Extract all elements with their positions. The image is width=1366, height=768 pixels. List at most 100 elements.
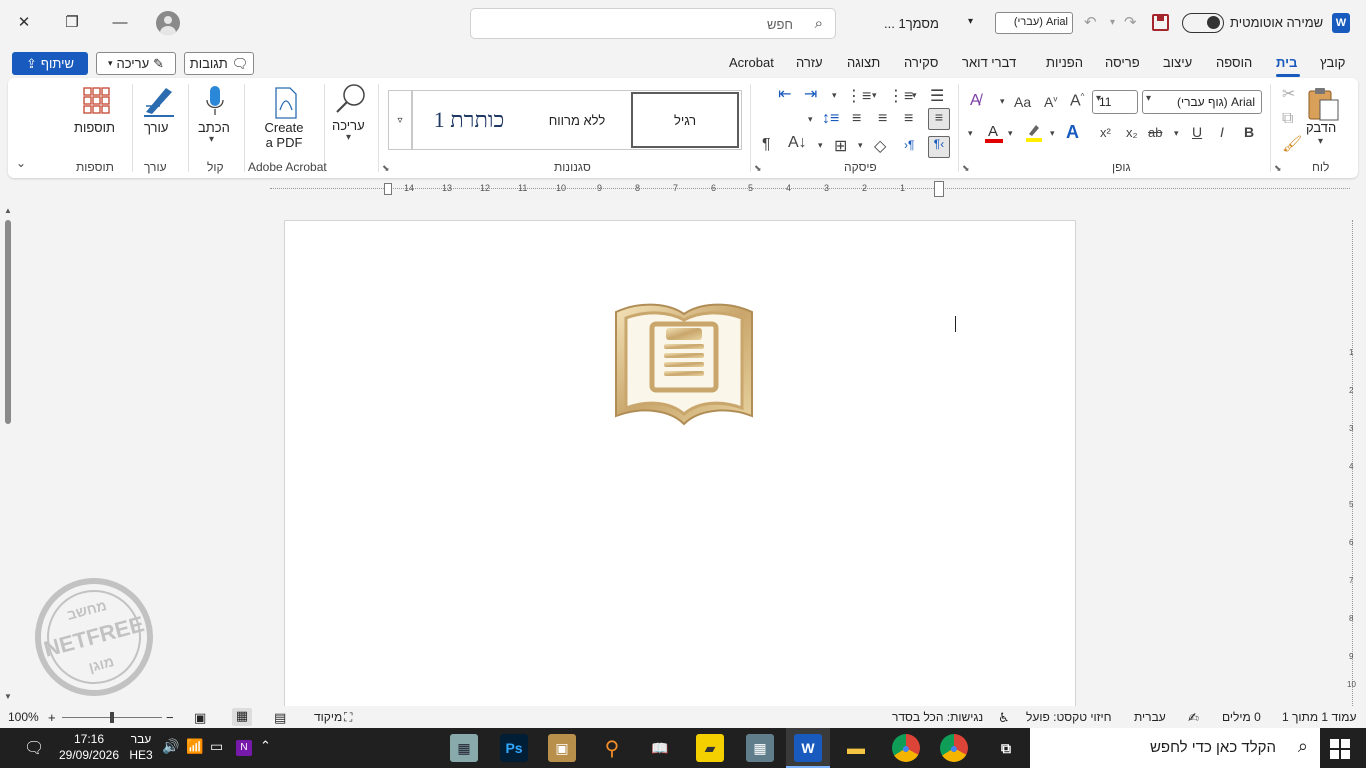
tab-mailings[interactable]: דברי דואר bbox=[962, 55, 1016, 70]
avatar[interactable] bbox=[156, 11, 180, 35]
clipboard-launcher-icon[interactable]: ⬊ bbox=[1274, 163, 1282, 174]
chevron-down-icon[interactable]: ▾ bbox=[808, 114, 813, 125]
multilevel-list-icon[interactable]: ⋮≡ bbox=[846, 86, 871, 106]
align-right-icon[interactable]: ≡ bbox=[928, 108, 950, 130]
app-chrome-second-icon[interactable]: ● bbox=[940, 734, 968, 762]
language-status[interactable]: עברית bbox=[1134, 710, 1166, 724]
underline-icon[interactable]: U bbox=[1192, 124, 1202, 140]
volume-icon[interactable]: 🔊 bbox=[162, 738, 179, 755]
chevron-down-icon[interactable]: ▾ bbox=[968, 16, 973, 27]
tab-design[interactable]: עיצוב bbox=[1163, 55, 1192, 70]
style-normal[interactable]: רגיל bbox=[631, 92, 739, 148]
chevron-down-icon[interactable]: ▾ bbox=[346, 132, 351, 143]
read-mode-icon[interactable]: ▣ bbox=[194, 710, 206, 726]
app-image-viewer-icon[interactable]: ▦ bbox=[450, 734, 478, 762]
clock[interactable]: 17:16 29/09/2026 bbox=[58, 731, 120, 763]
proofing-icon[interactable]: ✍ bbox=[1188, 710, 1199, 726]
task-view-icon[interactable]: ⧉ bbox=[992, 734, 1020, 762]
input-language[interactable]: עבר HE3 bbox=[128, 731, 154, 763]
tab-file[interactable]: קובץ bbox=[1320, 55, 1345, 70]
align-center-icon[interactable]: ≡ bbox=[878, 110, 887, 128]
increase-indent-icon[interactable]: ⇥ bbox=[804, 84, 817, 104]
create-pdf-label[interactable]: Create a PDF bbox=[262, 120, 306, 150]
cut-icon[interactable]: ✂ bbox=[1282, 84, 1295, 104]
sort-icon[interactable]: A↓ bbox=[788, 134, 807, 152]
focus-mode[interactable]: מיקוד bbox=[314, 710, 342, 724]
tab-references[interactable]: הפניות bbox=[1046, 55, 1083, 70]
autosave-toggle[interactable] bbox=[1182, 13, 1224, 33]
save-icon[interactable] bbox=[1152, 14, 1169, 31]
battery-icon[interactable]: ▭ bbox=[210, 738, 223, 755]
zoom-slider-thumb[interactable] bbox=[110, 712, 114, 723]
ltr-direction-icon[interactable]: ›¶ bbox=[904, 138, 914, 152]
font-launcher-icon[interactable]: ⬊ bbox=[962, 163, 970, 174]
dictate-label[interactable]: הכתב bbox=[198, 120, 230, 135]
microphone-icon[interactable] bbox=[204, 84, 226, 118]
style-heading-1[interactable]: כותרת 1 bbox=[415, 92, 523, 148]
document-page[interactable] bbox=[284, 220, 1076, 710]
vertical-ruler[interactable]: 1 2 3 4 5 6 7 8 9 10 bbox=[1346, 220, 1360, 706]
close-icon[interactable]: ✕ bbox=[10, 8, 38, 36]
chevron-down-icon[interactable]: ▾ bbox=[858, 140, 863, 151]
addins-label[interactable]: תוספות bbox=[74, 120, 115, 135]
chevron-down-icon[interactable]: ▾ bbox=[912, 90, 917, 101]
vertical-scrollbar[interactable]: ▲ ▼ bbox=[4, 206, 12, 702]
chevron-down-icon[interactable]: ▾ bbox=[818, 140, 823, 151]
chevron-up-icon[interactable]: ⌃ bbox=[260, 738, 271, 754]
editor-label[interactable]: עורך bbox=[144, 120, 168, 135]
tab-home[interactable]: בית bbox=[1276, 55, 1297, 70]
text-effects-icon[interactable]: A bbox=[1066, 122, 1079, 143]
undo-dropdown-icon[interactable]: ▾ bbox=[1110, 17, 1115, 28]
editor-icon[interactable] bbox=[140, 84, 176, 118]
text-prediction-status[interactable]: חיזוי טקסט: פועל bbox=[1026, 710, 1112, 724]
find-icon[interactable] bbox=[334, 82, 368, 116]
app-reader-icon[interactable]: 📖 bbox=[646, 734, 674, 762]
tab-review[interactable]: סקירה bbox=[904, 55, 938, 70]
show-marks-icon[interactable]: ¶ bbox=[762, 136, 771, 154]
app-photoshop-icon[interactable]: Ps bbox=[500, 734, 528, 762]
change-case-icon[interactable]: Aa bbox=[1014, 94, 1031, 110]
app-word-icon[interactable]: W bbox=[794, 734, 822, 762]
zoom-in-icon[interactable]: + bbox=[48, 710, 56, 725]
paste-label[interactable]: הדבק bbox=[1306, 120, 1336, 135]
bullets-icon[interactable]: ☰ bbox=[930, 86, 944, 106]
network-icon[interactable]: 📶 bbox=[186, 738, 203, 755]
page-count[interactable]: עמוד 1 מתוך 1 bbox=[1282, 710, 1356, 724]
app-file-explorer-icon[interactable]: ▬ bbox=[842, 734, 870, 762]
scrollbar-thumb[interactable] bbox=[5, 220, 11, 424]
highlight-color-icon[interactable] bbox=[1024, 122, 1044, 142]
borders-icon[interactable]: ⊞ bbox=[834, 136, 847, 156]
search-box[interactable]: חפש ⌕ bbox=[470, 8, 836, 39]
tab-layout[interactable]: פריסה bbox=[1105, 55, 1140, 70]
chevron-down-icon[interactable]: ▾ bbox=[1008, 128, 1013, 139]
chevron-down-icon[interactable]: ▾ bbox=[968, 128, 973, 139]
paragraph-launcher-icon[interactable]: ⬊ bbox=[754, 163, 762, 174]
share-button[interactable]: שיתוף ⇪ bbox=[12, 52, 88, 75]
rtl-direction-icon[interactable]: ¶‹ bbox=[928, 136, 950, 158]
zoom-out-icon[interactable]: − bbox=[166, 710, 174, 725]
app-chrome-icon[interactable]: ● bbox=[892, 734, 920, 762]
line-spacing-icon[interactable]: ↕≡ bbox=[822, 110, 839, 128]
superscript-icon[interactable]: x² bbox=[1100, 125, 1111, 140]
bold-icon[interactable]: B bbox=[1244, 124, 1254, 140]
onenote-icon[interactable]: N bbox=[236, 740, 252, 756]
subscript-icon[interactable]: x₂ bbox=[1126, 125, 1138, 140]
chevron-down-icon[interactable]: ▾ bbox=[1096, 93, 1101, 104]
align-left-icon[interactable]: ≡ bbox=[852, 110, 861, 128]
quick-font-box[interactable]: Arial (עברי) bbox=[995, 12, 1073, 34]
styles-more-button[interactable]: ▿ bbox=[388, 90, 412, 150]
grow-font-icon[interactable]: A^ bbox=[1070, 92, 1084, 110]
print-layout-icon[interactable]: ▦ bbox=[232, 708, 252, 726]
italic-icon[interactable]: I bbox=[1220, 124, 1224, 140]
right-indent-marker[interactable] bbox=[934, 181, 944, 197]
style-no-spacing[interactable]: ללא מרווח bbox=[523, 92, 631, 148]
chevron-down-icon[interactable]: ▾ bbox=[209, 134, 214, 145]
comments-button[interactable]: 🗨 תגובות bbox=[184, 52, 254, 75]
addins-icon[interactable] bbox=[82, 86, 110, 114]
chevron-down-icon[interactable]: ▾ bbox=[1318, 136, 1323, 147]
scroll-up-icon[interactable]: ▲ bbox=[4, 206, 12, 215]
accessibility-status[interactable]: נגישות: הכל בסדר bbox=[892, 710, 983, 724]
strikethrough-icon[interactable]: ab bbox=[1148, 125, 1162, 140]
format-painter-icon[interactable]: 🖌 bbox=[1282, 134, 1302, 154]
app-calculator-icon[interactable]: ▦ bbox=[746, 734, 774, 762]
